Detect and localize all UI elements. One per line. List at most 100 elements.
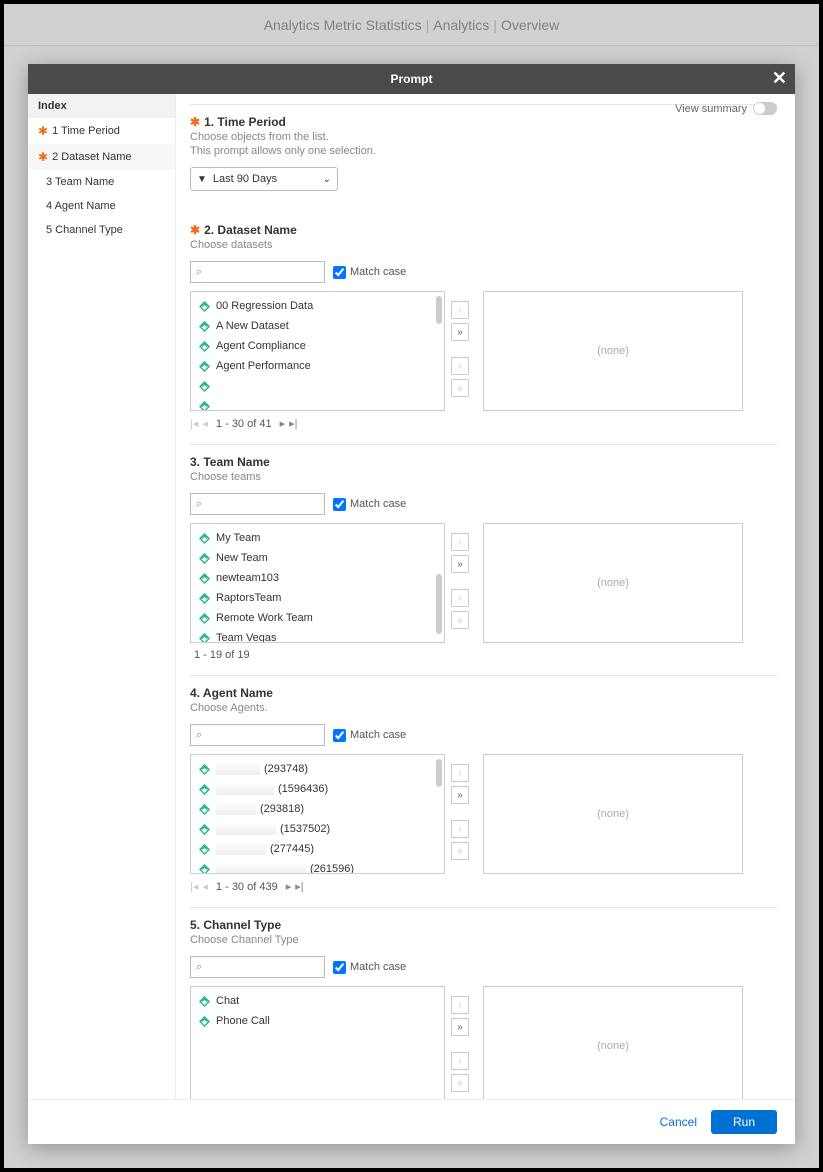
list-item[interactable] xyxy=(191,376,444,396)
pager-last-button[interactable]: ▸| xyxy=(289,417,297,430)
pager-last-button[interactable]: ▸| xyxy=(295,880,303,893)
move-all-right-button[interactable]: » xyxy=(451,1018,469,1036)
list-item[interactable]: Team Vegas xyxy=(191,628,444,642)
sidebar-item-0[interactable]: ✱1 Time Period xyxy=(28,118,175,144)
redacted-name xyxy=(216,823,276,835)
redacted-name xyxy=(216,843,266,855)
search-box: ⌕ xyxy=(190,261,325,283)
list-item[interactable]: (293748) xyxy=(191,759,444,779)
pager-prev-button[interactable]: ◂ xyxy=(202,880,208,893)
list-item[interactable]: New Team xyxy=(191,548,444,568)
list-item[interactable]: (261596) xyxy=(191,859,444,873)
pager-text: 1 - 19 of 19 xyxy=(194,649,250,661)
move-all-left-button[interactable]: « xyxy=(451,1074,469,1092)
required-star-icon: ✱ xyxy=(190,223,200,237)
move-left-button[interactable]: ‹ xyxy=(451,820,469,838)
match-case-checkbox[interactable] xyxy=(333,266,346,279)
sidebar-item-4[interactable]: 5 Channel Type xyxy=(28,218,175,242)
search-box: ⌕ xyxy=(190,956,325,978)
list-item[interactable]: Agent Performance xyxy=(191,356,444,376)
match-case-checkbox[interactable] xyxy=(333,961,346,974)
search-input[interactable] xyxy=(206,266,319,278)
match-case-label[interactable]: Match case xyxy=(333,961,406,974)
move-right-button[interactable]: › xyxy=(451,533,469,551)
selected-list: (none) xyxy=(483,986,743,1099)
close-icon[interactable]: ✕ xyxy=(772,68,787,89)
section-desc: Choose datasets xyxy=(190,239,777,251)
list-item[interactable] xyxy=(191,396,444,410)
pager-next-button[interactable]: ▸ xyxy=(286,880,292,893)
scrollbar-thumb[interactable] xyxy=(436,759,442,787)
match-case-label[interactable]: Match case xyxy=(333,266,406,279)
search-box: ⌕ xyxy=(190,493,325,515)
search-input[interactable] xyxy=(206,498,319,510)
agent-id: (1596436) xyxy=(278,783,328,795)
list-item[interactable]: Remote Work Team xyxy=(191,608,444,628)
match-case-checkbox[interactable] xyxy=(333,498,346,511)
match-case-label[interactable]: Match case xyxy=(333,729,406,742)
cancel-button[interactable]: Cancel xyxy=(660,1115,697,1129)
dataset-icon xyxy=(199,824,210,835)
view-summary-toggle[interactable] xyxy=(753,102,777,115)
sidebar-item-3[interactable]: 4 Agent Name xyxy=(28,194,175,218)
time-period-dropdown[interactable]: ▼ Last 90 Days ⌄ xyxy=(190,167,338,191)
pager-first-button[interactable]: |◂ xyxy=(190,880,198,893)
match-case-label[interactable]: Match case xyxy=(333,498,406,511)
move-all-left-button[interactable]: « xyxy=(451,842,469,860)
run-button[interactable]: Run xyxy=(711,1110,777,1134)
search-icon: ⌕ xyxy=(196,498,202,511)
dataset-icon xyxy=(199,341,210,352)
move-left-button[interactable]: ‹ xyxy=(451,589,469,607)
required-star-icon: ✱ xyxy=(190,115,200,129)
sidebar-item-1[interactable]: ✱2 Dataset Name xyxy=(28,144,175,170)
search-icon: ⌕ xyxy=(196,961,202,974)
dataset-icon xyxy=(199,864,210,874)
list-item[interactable]: A New Dataset xyxy=(191,316,444,336)
list-item[interactable]: (1596436) xyxy=(191,779,444,799)
move-all-right-button[interactable]: » xyxy=(451,323,469,341)
dataset-icon xyxy=(199,784,210,795)
dataset-icon xyxy=(199,321,210,332)
scrollbar-thumb[interactable] xyxy=(436,574,442,634)
match-case-checkbox[interactable] xyxy=(333,729,346,742)
list-item[interactable]: Chat xyxy=(191,991,444,1011)
sidebar-item-label: 1 Time Period xyxy=(52,125,120,137)
list-item[interactable]: RaptorsTeam xyxy=(191,588,444,608)
pager-first-button[interactable]: |◂ xyxy=(190,417,198,430)
transfer-buttons: › » ‹ « xyxy=(445,291,475,411)
move-all-right-button[interactable]: » xyxy=(451,786,469,804)
transfer-buttons: › » ‹ « xyxy=(445,523,475,643)
agent-id: (293818) xyxy=(260,803,304,815)
move-left-button[interactable]: ‹ xyxy=(451,1052,469,1070)
pager-next-button[interactable]: ▸ xyxy=(280,417,286,430)
list-item[interactable]: 00 Regression Data xyxy=(191,296,444,316)
move-right-button[interactable]: › xyxy=(451,996,469,1014)
list-item[interactable]: (1537502) xyxy=(191,819,444,839)
move-all-left-button[interactable]: « xyxy=(451,379,469,397)
dataset-icon xyxy=(199,844,210,855)
search-icon: ⌕ xyxy=(196,266,202,279)
redacted-name xyxy=(216,763,260,775)
section-title: 3. Team Name xyxy=(190,455,270,469)
scrollbar-thumb[interactable] xyxy=(436,296,442,324)
sidebar-item-2[interactable]: 3 Team Name xyxy=(28,170,175,194)
list-item[interactable]: Agent Compliance xyxy=(191,336,444,356)
move-right-button[interactable]: › xyxy=(451,764,469,782)
list-item[interactable]: (293818) xyxy=(191,799,444,819)
pager-prev-button[interactable]: ◂ xyxy=(202,417,208,430)
move-all-left-button[interactable]: « xyxy=(451,611,469,629)
move-all-right-button[interactable]: » xyxy=(451,555,469,573)
section-time-period: ✱ 1. Time Period Choose objects from the… xyxy=(190,104,777,205)
list-item[interactable]: (277445) xyxy=(191,839,444,859)
search-input[interactable] xyxy=(206,961,319,973)
move-right-button[interactable]: › xyxy=(451,301,469,319)
search-input[interactable] xyxy=(206,729,319,741)
list-item[interactable]: My Team xyxy=(191,528,444,548)
move-left-button[interactable]: ‹ xyxy=(451,357,469,375)
section-desc: This prompt allows only one selection. xyxy=(190,145,777,157)
section-dataset: ✱2. Dataset NameChoose datasets⌕Match ca… xyxy=(190,205,777,444)
dataset-icon xyxy=(199,401,210,411)
list-item-label: Phone Call xyxy=(216,1015,270,1027)
list-item[interactable]: Phone Call xyxy=(191,1011,444,1031)
list-item[interactable]: newteam103 xyxy=(191,568,444,588)
